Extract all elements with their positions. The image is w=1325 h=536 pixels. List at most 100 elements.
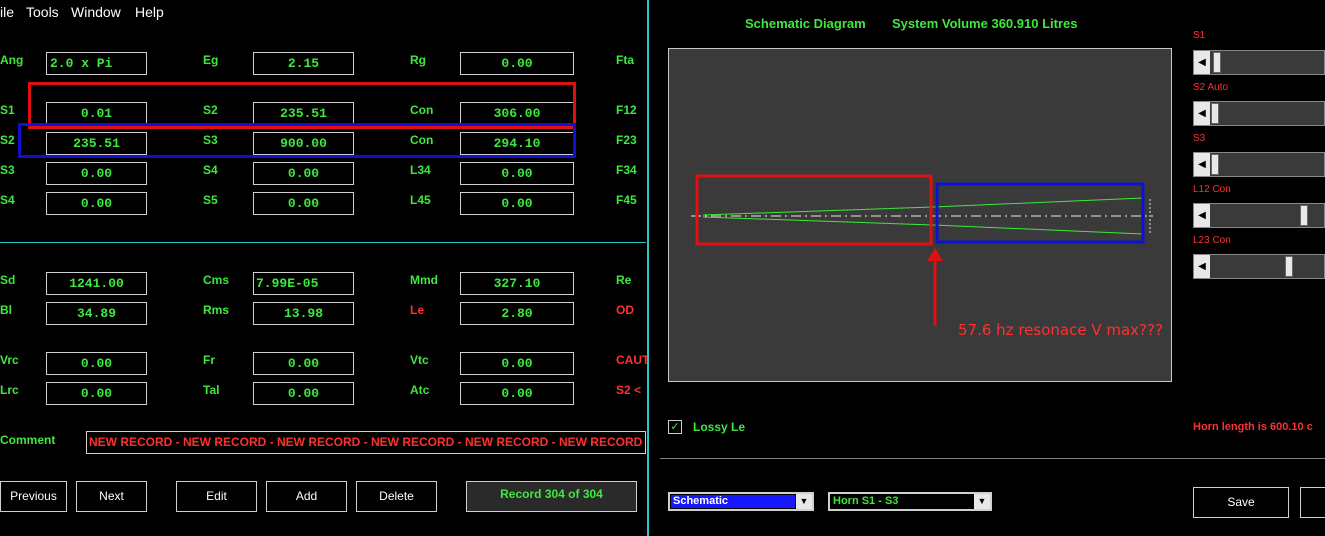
slider-thumb[interactable] <box>1285 256 1293 277</box>
record-status: Record 304 of 304 <box>466 481 637 512</box>
schematic-canvas: 57.6 hz resonace V max??? <box>668 48 1172 382</box>
tal-label: Tal <box>203 383 220 397</box>
slider-s2-label: S2 Auto <box>1193 82 1229 93</box>
ang-label: Ang <box>0 53 24 67</box>
chevron-down-icon[interactable]: ▼ <box>974 494 990 509</box>
edit-button[interactable]: Edit <box>176 481 257 512</box>
slider-s3[interactable]: ◀ <box>1193 152 1325 177</box>
fr-field[interactable]: 0.00 <box>253 352 354 375</box>
mmd-label: Mmd <box>410 273 438 287</box>
resonance-annotation: 57.6 hz resonace V max??? <box>958 321 1163 339</box>
bottom-divider <box>660 458 1325 459</box>
schematic-title: Schematic Diagram <box>745 16 866 31</box>
s4-field-row5[interactable]: 0.00 <box>46 192 147 215</box>
slider-s1[interactable]: ◀ <box>1193 50 1325 75</box>
bl-field[interactable]: 34.89 <box>46 302 147 325</box>
sd-field[interactable]: 1241.00 <box>46 272 147 295</box>
slider-l12[interactable]: ◀ <box>1193 203 1325 228</box>
l45-field[interactable]: 0.00 <box>460 192 574 215</box>
menu-tools[interactable]: Tools <box>26 4 59 20</box>
system-volume: System Volume 360.910 Litres <box>892 16 1078 31</box>
view-select[interactable]: Schematic ▼ <box>668 492 814 511</box>
lrc-label: Lrc <box>0 383 19 397</box>
atc-label: Atc <box>410 383 430 397</box>
slider-thumb[interactable] <box>1213 52 1221 73</box>
schematic-blue-box <box>935 182 1145 244</box>
add-button[interactable]: Add <box>266 481 347 512</box>
chevron-down-icon[interactable]: ▼ <box>796 494 812 509</box>
vtc-field[interactable]: 0.00 <box>460 352 574 375</box>
f45-label: F45 <box>616 193 637 207</box>
slider-l12-label: L12 Con <box>1193 184 1231 195</box>
fr-label: Fr <box>203 353 215 367</box>
lossy-checkbox[interactable]: ✓ <box>668 420 682 434</box>
delete-button[interactable]: Delete <box>356 481 437 512</box>
vrc-field[interactable]: 0.00 <box>46 352 147 375</box>
view-select-value: Schematic <box>671 495 795 508</box>
slider-left-arrow-icon[interactable]: ◀ <box>1194 102 1210 125</box>
s2-label: S2 <box>0 133 15 147</box>
comment-label: Comment <box>0 433 56 447</box>
horn-upper-wall <box>702 197 1144 216</box>
highlight-red-box <box>28 82 576 129</box>
menu-file[interactable]: ile <box>0 4 14 20</box>
next-button[interactable]: Next <box>76 481 147 512</box>
fta-label: Fta <box>616 53 634 67</box>
atc-field[interactable]: 0.00 <box>460 382 574 405</box>
s1-label: S1 <box>0 103 15 117</box>
s4-field[interactable]: 0.00 <box>253 162 354 185</box>
slider-l23[interactable]: ◀ <box>1193 254 1325 279</box>
horn-length-text: Horn length is 600.10 c <box>1193 421 1313 433</box>
slider-thumb[interactable] <box>1211 103 1219 124</box>
extra-button[interactable] <box>1300 487 1325 518</box>
vtc-label: Vtc <box>410 353 429 367</box>
f12-label: F12 <box>616 103 637 117</box>
rg-label: Rg <box>410 53 426 67</box>
menu-window[interactable]: Window <box>71 4 121 20</box>
l45-label: L45 <box>410 193 431 207</box>
slider-s1-label: S1 <box>1193 30 1206 41</box>
annotation-arrow-head <box>927 248 943 261</box>
comment-field[interactable]: NEW RECORD - NEW RECORD - NEW RECORD - N… <box>86 431 646 454</box>
save-button[interactable]: Save <box>1193 487 1289 518</box>
eg-field[interactable]: 2.15 <box>253 52 354 75</box>
le-field[interactable]: 2.80 <box>460 302 574 325</box>
cms-field[interactable]: 7.99E-05 <box>253 272 354 295</box>
schematic-red-box <box>695 174 933 246</box>
slider-left-arrow-icon[interactable]: ◀ <box>1194 153 1210 176</box>
slider-s2[interactable]: ◀ <box>1193 101 1325 126</box>
tal-field[interactable]: 0.00 <box>253 382 354 405</box>
rg-field[interactable]: 0.00 <box>460 52 574 75</box>
le-label: Le <box>410 303 425 317</box>
rms-field[interactable]: 13.98 <box>253 302 354 325</box>
eg-label: Eg <box>203 53 219 67</box>
s5-label: S5 <box>203 193 218 207</box>
slider-left-arrow-icon[interactable]: ◀ <box>1194 255 1210 278</box>
slider-l23-label: L23 Con <box>1193 235 1231 246</box>
ang-field[interactable]: 2.0 x Pi <box>46 52 147 75</box>
vrc-label: Vrc <box>0 353 19 367</box>
s2-warning-label: S2 < <box>616 383 642 397</box>
segment-select[interactable]: Horn S1 - S3 ▼ <box>828 492 992 511</box>
lrc-field[interactable]: 0.00 <box>46 382 147 405</box>
s3-field-row4[interactable]: 0.00 <box>46 162 147 185</box>
bl-label: Bl <box>0 303 12 317</box>
panel-divider <box>647 0 649 536</box>
slider-left-arrow-icon[interactable]: ◀ <box>1194 204 1210 227</box>
segment-select-value: Horn S1 - S3 <box>833 495 899 507</box>
section-divider <box>0 242 646 243</box>
l34-field[interactable]: 0.00 <box>460 162 574 185</box>
cms-label: Cms <box>203 273 230 287</box>
highlight-blue-box <box>18 123 576 158</box>
slider-thumb[interactable] <box>1211 154 1219 175</box>
previous-button[interactable]: Previous <box>0 481 67 512</box>
rms-label: Rms <box>203 303 230 317</box>
caution-label: CAUT <box>616 353 650 367</box>
slider-thumb[interactable] <box>1300 205 1308 226</box>
s4-label: S4 <box>203 163 218 177</box>
s5-field[interactable]: 0.00 <box>253 192 354 215</box>
mmd-field[interactable]: 327.10 <box>460 272 574 295</box>
s3-label-row4: S3 <box>0 163 15 177</box>
slider-left-arrow-icon[interactable]: ◀ <box>1194 51 1210 74</box>
menu-help[interactable]: Help <box>135 4 164 20</box>
